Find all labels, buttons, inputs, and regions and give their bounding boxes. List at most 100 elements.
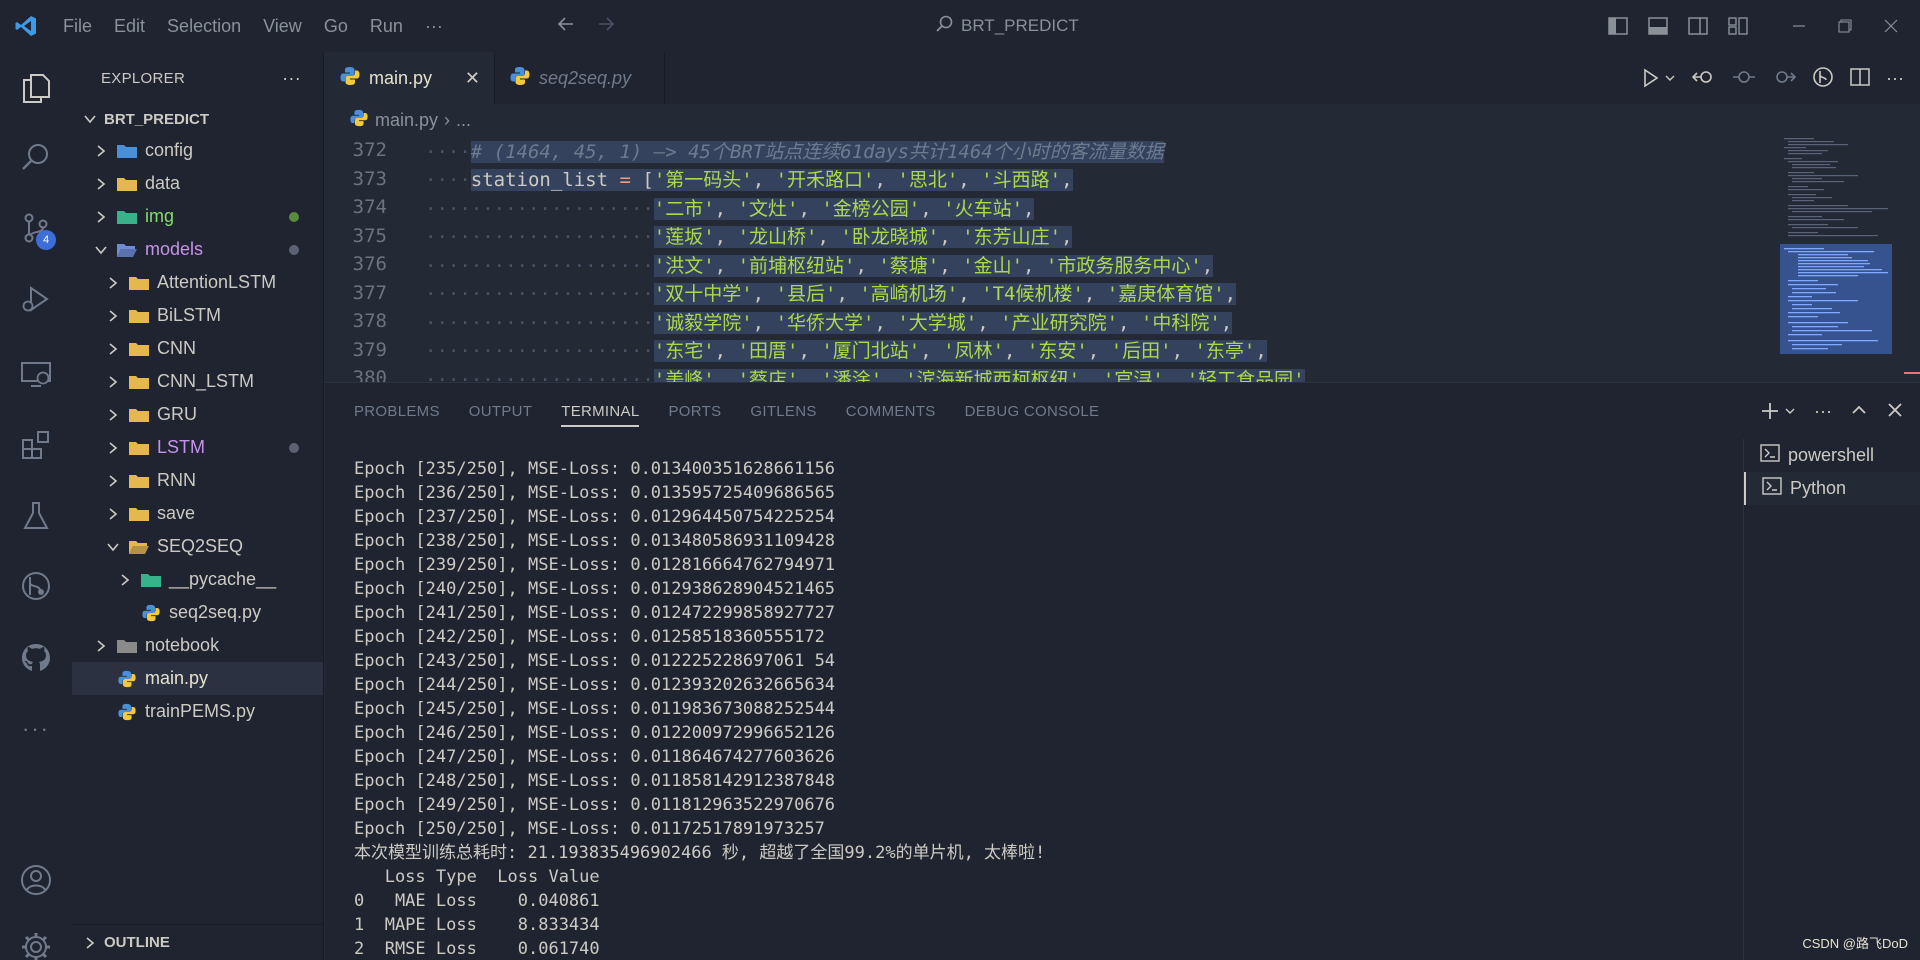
gitlens-history-icon[interactable]: [1812, 66, 1834, 91]
selection-highlight: '洪文', '前埔枢纽站', '蔡塘', '金山', '市政务服务中心',: [653, 254, 1214, 277]
python-file-icon: [140, 603, 162, 623]
search-label: BRT_PREDICT: [961, 16, 1079, 35]
gitlens-icon[interactable]: [0, 558, 72, 614]
toggle-panel-icon[interactable]: [1638, 17, 1678, 35]
close-panel-icon[interactable]: [1886, 401, 1904, 422]
panel-more-icon[interactable]: ···: [1814, 401, 1832, 422]
terminal-item-powershell[interactable]: powershell: [1744, 439, 1920, 472]
python-folder-icon: [140, 570, 162, 590]
minimap[interactable]: [1780, 136, 1900, 382]
source-control-icon[interactable]: 4: [0, 200, 72, 256]
toggle-secondary-sidebar-icon[interactable]: [1678, 17, 1718, 35]
tab-main-py[interactable]: main.py ✕: [325, 52, 495, 104]
maximize-panel-icon[interactable]: [1850, 401, 1868, 422]
menu-file[interactable]: File: [52, 0, 103, 52]
tree-item[interactable]: save: [72, 497, 323, 530]
code-token: ,: [714, 368, 738, 382]
menu-view[interactable]: View: [252, 0, 313, 52]
terminal-line: Loss Type Loss Value: [354, 867, 600, 887]
close-tab-icon[interactable]: ✕: [465, 68, 480, 89]
tree-item-label: models: [145, 239, 204, 259]
search-view-icon[interactable]: [0, 129, 72, 185]
tree-item[interactable]: models: [72, 233, 323, 266]
menu-selection[interactable]: Selection: [156, 0, 252, 52]
code-token: '潘涂': [821, 368, 883, 382]
code-token: '双十中学': [653, 283, 753, 306]
command-center-search[interactable]: BRT_PREDICT: [935, 12, 1079, 40]
run-python-file-icon[interactable]: [1640, 68, 1676, 88]
code-token: ,: [1061, 226, 1073, 249]
tab-output[interactable]: OUTPUT: [469, 383, 532, 439]
new-terminal-icon[interactable]: [1760, 401, 1796, 421]
tree-item[interactable]: main.py: [72, 662, 323, 695]
minimize-icon[interactable]: [1776, 19, 1822, 33]
menu-run[interactable]: Run: [359, 0, 414, 52]
forward-arrow-icon[interactable]: [595, 13, 617, 38]
tree-item-label: config: [145, 140, 194, 160]
code-token: '龙山桥': [737, 226, 818, 249]
github-icon[interactable]: [0, 630, 72, 686]
breadcrumb-file[interactable]: main.py: [375, 110, 438, 131]
split-editor-icon[interactable]: [1850, 67, 1870, 90]
terminal-line: Epoch [243/250], MSE-Loss: 0.01222522869…: [354, 651, 836, 671]
menu-go[interactable]: Go: [313, 0, 359, 52]
code-token: '东宅': [653, 340, 715, 363]
testing-flask-icon[interactable]: [0, 488, 72, 544]
close-window-icon[interactable]: [1868, 19, 1914, 33]
chevron-right-icon: [104, 408, 122, 422]
tab-seq2seq-py[interactable]: seq2seq.py: [495, 52, 665, 104]
selection-highlight: '美峰', '蔡店', '潘涂', '滨海新城西柯枢纽', '官浔', '轻工食…: [653, 368, 1305, 382]
back-arrow-icon[interactable]: [555, 13, 577, 38]
terminal-output[interactable]: Epoch [235/250], MSE-Loss: 0.01340035162…: [354, 457, 1714, 957]
tree-item[interactable]: notebook: [72, 629, 323, 662]
code-token: '金山': [962, 254, 1024, 277]
tab-gitlens[interactable]: GITLENS: [750, 383, 816, 439]
tab-problems[interactable]: PROBLEMS: [354, 383, 440, 439]
explorer-more-button[interactable]: ···: [282, 68, 301, 89]
more-actions-icon[interactable]: ···: [1886, 68, 1904, 89]
accounts-icon[interactable]: [0, 852, 72, 908]
tab-debug-console[interactable]: DEBUG CONSOLE: [965, 383, 1100, 439]
tab-terminal[interactable]: TERMINAL: [561, 383, 640, 439]
tree-item[interactable]: data: [72, 167, 323, 200]
outline-section[interactable]: OUTLINE: [72, 924, 323, 960]
selection-highlight: '双十中学', '县后', '高崎机场', 'T4候机楼', '嘉庚体育馆',: [653, 283, 1237, 306]
tree-item[interactable]: BiLSTM: [72, 299, 323, 332]
more-views-icon[interactable]: ···: [0, 701, 72, 757]
toggle-primary-sidebar-icon[interactable]: [1598, 17, 1638, 35]
customize-layout-icon[interactable]: [1718, 17, 1758, 35]
explorer-icon[interactable]: [0, 60, 72, 116]
tree-item[interactable]: trainPEMS.py: [72, 695, 323, 728]
menu-more[interactable]: ···: [414, 0, 454, 52]
terminal-item-python[interactable]: Python: [1744, 472, 1920, 505]
open-changes-icon[interactable]: [1691, 67, 1716, 90]
restore-icon[interactable]: [1822, 19, 1868, 33]
manage-gear-icon[interactable]: [0, 922, 72, 960]
editor-scrollbar[interactable]: [1900, 136, 1920, 382]
tree-item[interactable]: RNN: [72, 464, 323, 497]
folder-icon: [128, 372, 150, 392]
run-debug-icon[interactable]: [0, 271, 72, 327]
tree-item[interactable]: seq2seq.py: [72, 596, 323, 629]
tab-comments[interactable]: COMMENTS: [846, 383, 936, 439]
tree-item[interactable]: LSTM: [72, 431, 323, 464]
previous-change-icon[interactable]: [1732, 67, 1756, 90]
remote-explorer-icon[interactable]: [0, 346, 72, 402]
tree-item[interactable]: config: [72, 134, 323, 167]
menu-edit[interactable]: Edit: [103, 0, 156, 52]
tree-item[interactable]: img: [72, 200, 323, 233]
tree-item[interactable]: __pycache__: [72, 563, 323, 596]
workspace-root[interactable]: BRT_PREDICT: [72, 104, 323, 134]
tree-item[interactable]: AttentionLSTM: [72, 266, 323, 299]
next-change-icon[interactable]: [1772, 67, 1797, 90]
tree-item[interactable]: CNN_LSTM: [72, 365, 323, 398]
line-number: 377: [352, 281, 387, 304]
tree-item[interactable]: SEQ2SEQ: [72, 530, 323, 563]
code-editor[interactable]: 372 ····# (1464, 45, 1) —> 45个BRT站点连续61da…: [325, 136, 1780, 382]
breadcrumb-symbol[interactable]: ...: [456, 110, 471, 131]
extensions-icon[interactable]: [0, 417, 72, 473]
tree-item[interactable]: GRU: [72, 398, 323, 431]
tab-ports[interactable]: PORTS: [668, 383, 721, 439]
tree-item[interactable]: CNN: [72, 332, 323, 365]
line-number: 379: [352, 338, 387, 361]
